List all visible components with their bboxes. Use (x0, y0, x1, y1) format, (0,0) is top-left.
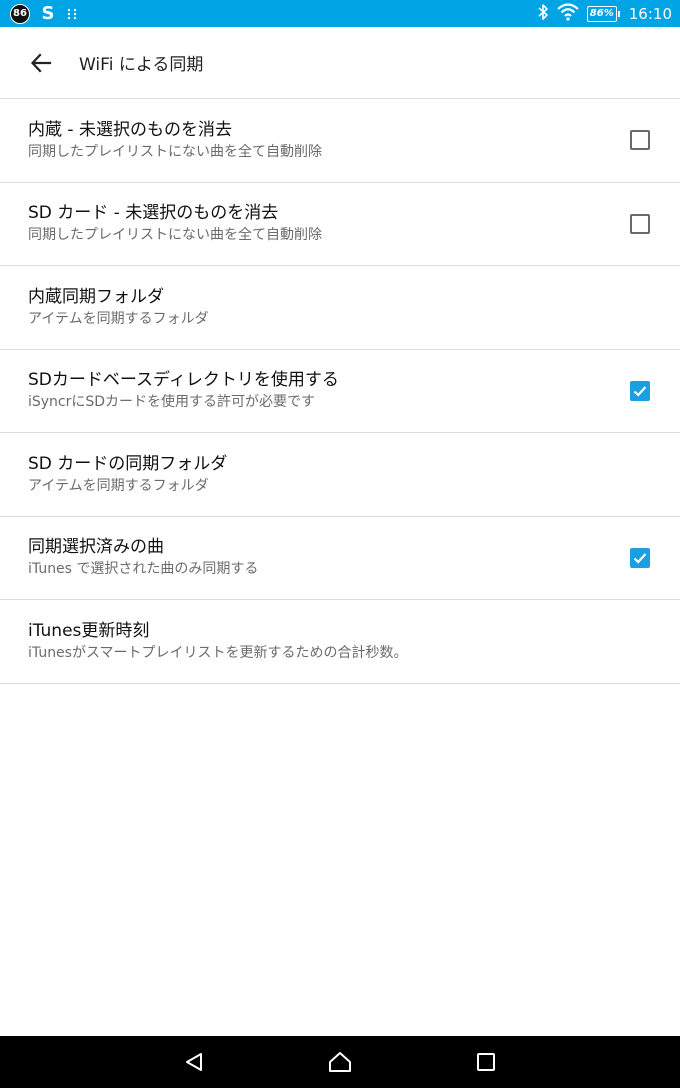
setting-text: 内蔵同期フォルダ アイテムを同期するフォルダ (28, 286, 209, 329)
status-bar: 86 S 86% 16:10 (0, 0, 680, 27)
status-bar-system: 86% 16:10 (537, 2, 672, 25)
nav-home-icon (329, 1052, 351, 1072)
navigation-bar (0, 1036, 680, 1088)
setting-subtitle: アイテムを同期するフォルダ (28, 310, 209, 327)
setting-title: 内蔵 - 未選択のものを消去 (28, 119, 232, 140)
app-toolbar: WiFi による同期 (0, 27, 680, 99)
setting-text: SDカードベースディレクトリを使用する iSyncrにSDカードを使用する許可が… (28, 369, 339, 412)
status-bar-notifications: 86 S (10, 3, 78, 24)
setting-title: 内蔵同期フォルダ (28, 286, 164, 307)
setting-subtitle: iTunesがスマートプレイリストを更新するための合計秒数。 (28, 644, 408, 661)
nav-home-button[interactable] (322, 1044, 358, 1080)
setting-checkbox[interactable] (630, 547, 650, 568)
setting-itunes-update-time[interactable]: iTunes更新時刻 iTunesがスマートプレイリストを更新するための合計秒数… (0, 600, 680, 684)
setting-text: iTunes更新時刻 iTunesがスマートプレイリストを更新するための合計秒数… (28, 620, 408, 663)
setting-text: 同期選択済みの曲 iTunes で選択された曲のみ同期する (28, 536, 258, 579)
setting-title: SDカードベースディレクトリを使用する (28, 370, 339, 391)
setting-title: 同期選択済みの曲 (28, 537, 164, 558)
nav-back-button[interactable] (176, 1044, 212, 1080)
setting-checkbox[interactable] (630, 213, 650, 234)
setting-checkbox[interactable] (630, 380, 650, 401)
page-title: WiFi による同期 (79, 55, 204, 75)
setting-subtitle: 同期したプレイリストにない曲を全て自動削除 (28, 227, 322, 244)
setting-sd-sync-folder[interactable]: SD カードの同期フォルダ アイテムを同期するフォルダ (0, 433, 680, 517)
nav-recents-icon (477, 1053, 495, 1071)
s-app-notification-icon: S (41, 3, 55, 24)
setting-subtitle: iTunes で選択された曲のみ同期する (28, 561, 259, 578)
bluetooth-icon (537, 3, 549, 25)
settings-list: 内蔵 - 未選択のものを消去 同期したプレイリストにない曲を全て自動削除 SD … (0, 99, 680, 684)
setting-subtitle: 同期したプレイリストにない曲を全て自動削除 (28, 143, 322, 160)
battery-icon: 86% (586, 5, 620, 22)
setting-sync-selected-songs[interactable]: 同期選択済みの曲 iTunes で選択された曲のみ同期する (0, 517, 680, 600)
status-clock: 16:10 (628, 4, 672, 23)
arrow-back-icon (30, 52, 52, 73)
setting-internal-delete-unselected[interactable]: 内蔵 - 未選択のものを消去 同期したプレイリストにない曲を全て自動削除 (0, 99, 680, 183)
setting-sd-delete-unselected[interactable]: SD カード - 未選択のものを消去 同期したプレイリストにない曲を全て自動削除 (0, 183, 680, 266)
back-button[interactable] (21, 43, 61, 83)
setting-use-sd-base-directory[interactable]: SDカードベースディレクトリを使用する iSyncrにSDカードを使用する許可が… (0, 350, 680, 433)
checkmark-icon (633, 553, 647, 564)
nav-recents-button[interactable] (468, 1044, 504, 1080)
setting-checkbox[interactable] (630, 130, 650, 151)
wifi-icon (557, 2, 579, 25)
setting-text: SD カードの同期フォルダ アイテムを同期するフォルダ (28, 453, 227, 496)
setting-title: iTunes更新時刻 (28, 620, 150, 641)
setting-text: 内蔵 - 未選択のものを消去 同期したプレイリストにない曲を全て自動削除 (28, 119, 322, 162)
checkmark-icon (633, 386, 647, 397)
nav-back-icon (186, 1053, 202, 1071)
setting-title: SD カードの同期フォルダ (28, 453, 228, 474)
notification-badge-icon: 86 (10, 3, 30, 24)
setting-text: SD カード - 未選択のものを消去 同期したプレイリストにない曲を全て自動削除 (28, 202, 322, 245)
usb-debug-icon (66, 7, 78, 21)
setting-subtitle: iSyncrにSDカードを使用する許可が必要です (28, 394, 316, 411)
setting-internal-sync-folder[interactable]: 内蔵同期フォルダ アイテムを同期するフォルダ (0, 266, 680, 350)
setting-title: SD カード - 未選択のものを消去 (28, 203, 279, 224)
setting-subtitle: アイテムを同期するフォルダ (28, 477, 209, 494)
